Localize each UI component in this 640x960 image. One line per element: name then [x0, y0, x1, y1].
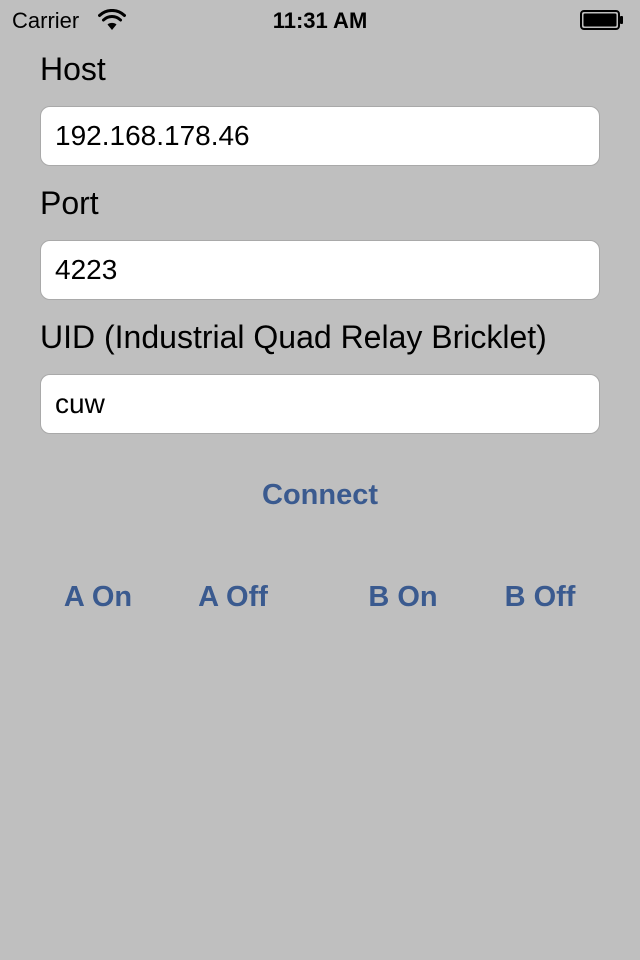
b-on-button[interactable]: B On: [353, 579, 453, 615]
connect-button[interactable]: Connect: [220, 477, 420, 513]
host-field[interactable]: [40, 106, 600, 166]
port-label: Port: [40, 185, 99, 221]
port-field[interactable]: [40, 240, 600, 300]
b-off-button[interactable]: B Off: [490, 579, 590, 615]
a-off-button[interactable]: A Off: [183, 579, 283, 615]
status-time: 11:31 AM: [272, 8, 368, 33]
uid-field[interactable]: [40, 374, 600, 434]
host-label: Host: [40, 51, 106, 87]
uid-label: UID (Industrial Quad Relay Bricklet): [40, 319, 547, 355]
a-on-button[interactable]: A On: [48, 579, 148, 615]
status-bar: Carrier 11:31 AM: [0, 0, 640, 40]
battery-icon: [580, 10, 623, 30]
